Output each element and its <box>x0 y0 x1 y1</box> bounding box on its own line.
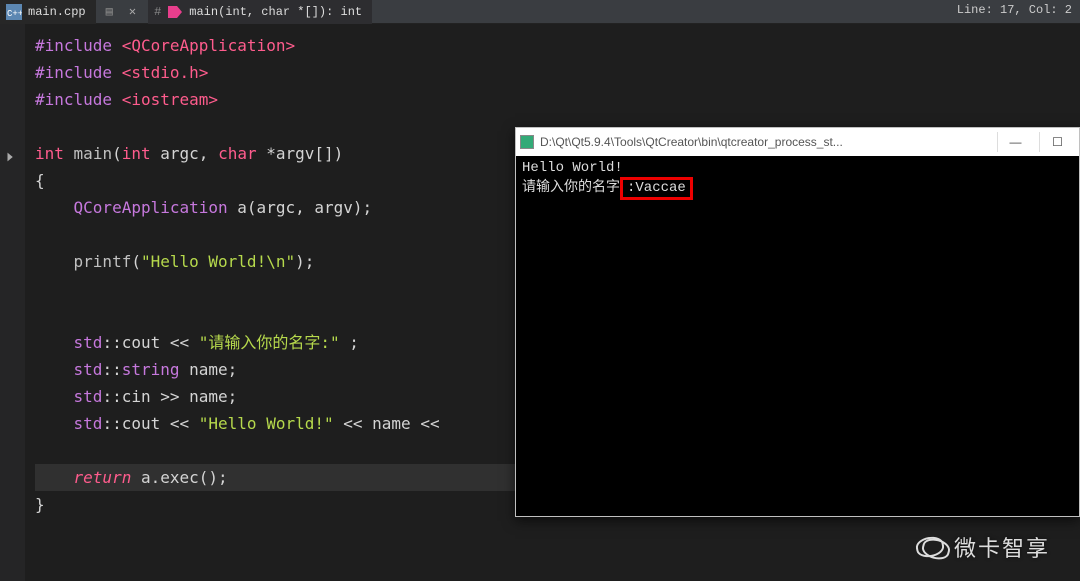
include-header: <iostream> <box>122 90 218 109</box>
paren: ( <box>112 144 122 163</box>
expr: cin >> name; <box>122 387 238 406</box>
op: :: <box>102 387 121 406</box>
expr: cout << <box>122 333 199 352</box>
include-header: <stdio.h> <box>122 63 209 82</box>
op: :: <box>102 360 121 379</box>
wechat-icon <box>916 533 948 561</box>
kw-char: char <box>218 144 257 163</box>
gutter <box>0 0 25 581</box>
minimize-button[interactable]: — <box>997 132 1033 152</box>
brace: } <box>35 495 45 514</box>
ns-std: std <box>74 387 103 406</box>
function-tag-icon <box>167 4 183 20</box>
output-line: Hello World! <box>522 160 1073 177</box>
param: argc, <box>151 144 218 163</box>
include-header: <QCoreApplication> <box>122 36 295 55</box>
paren: ( <box>131 252 141 271</box>
var-name: name; <box>180 360 238 379</box>
cursor-position: Line: 17, Col: 2 <box>957 3 1072 17</box>
prompt-text: 请输入你的名字 <box>522 180 620 196</box>
kw-int: int <box>122 144 151 163</box>
op: :: <box>102 414 121 433</box>
preprocessor: #include <box>35 63 112 82</box>
console-output: Hello World! 请输入你的名字:Vaccae <box>516 156 1079 204</box>
hash-icon: # <box>154 5 161 19</box>
close-tab-icon[interactable]: ✕ <box>123 4 142 19</box>
string-literal: "请输入你的名字:" <box>199 333 340 352</box>
op: :: <box>102 333 121 352</box>
preprocessor: #include <box>35 90 112 109</box>
type-string: string <box>122 360 180 379</box>
maximize-button[interactable]: ☐ <box>1039 132 1075 152</box>
ns-std: std <box>74 333 103 352</box>
expr: << name << <box>334 414 440 433</box>
semi: ; <box>340 333 359 352</box>
param: *argv[]) <box>257 144 344 163</box>
expr: cout << <box>122 414 199 433</box>
user-input-highlight: :Vaccae <box>620 177 693 200</box>
ns-std: std <box>74 414 103 433</box>
expr: a.exec(); <box>131 468 227 487</box>
type-qcoreapplication: QCoreApplication <box>74 198 228 217</box>
function-label: main(int, char *[]): int <box>189 5 362 19</box>
ns-std: std <box>74 360 103 379</box>
tab-main-cpp[interactable]: C++ main.cpp <box>0 0 96 24</box>
cpp-file-icon: C++ <box>6 4 22 20</box>
console-titlebar[interactable]: D:\Qt\Qt5.9.4\Tools\QtCreator\bin\qtcrea… <box>516 128 1079 156</box>
string-literal: "Hello World!\n" <box>141 252 295 271</box>
expr: a(argc, argv); <box>228 198 373 217</box>
string-literal: "Hello World!" <box>199 414 334 433</box>
preprocessor: #include <box>35 36 112 55</box>
kw-int: int <box>35 144 64 163</box>
watermark-text: 微卡智享 <box>954 531 1050 563</box>
split-editor-icon[interactable]: ▤ <box>96 4 123 19</box>
tab-bar: C++ main.cpp ▤ ✕ # main(int, char *[]): … <box>0 0 1080 24</box>
svg-text:C++: C++ <box>7 9 22 19</box>
console-window[interactable]: D:\Qt\Qt5.9.4\Tools\QtCreator\bin\qtcrea… <box>515 127 1080 517</box>
tab-function-nav[interactable]: # main(int, char *[]): int <box>148 0 372 24</box>
output-line: 请输入你的名字:Vaccae <box>522 177 1073 200</box>
watermark: 微卡智享 <box>916 531 1050 563</box>
kw-return: return <box>74 468 132 487</box>
fn-printf: printf <box>74 252 132 271</box>
console-app-icon <box>520 135 534 149</box>
brace: { <box>35 171 45 190</box>
tab-label: main.cpp <box>28 5 86 19</box>
fold-arrow-icon[interactable] <box>4 150 18 164</box>
console-title-path: D:\Qt\Qt5.9.4\Tools\QtCreator\bin\qtcrea… <box>540 135 991 149</box>
fn-main: main <box>74 144 113 163</box>
paren: ); <box>295 252 314 271</box>
